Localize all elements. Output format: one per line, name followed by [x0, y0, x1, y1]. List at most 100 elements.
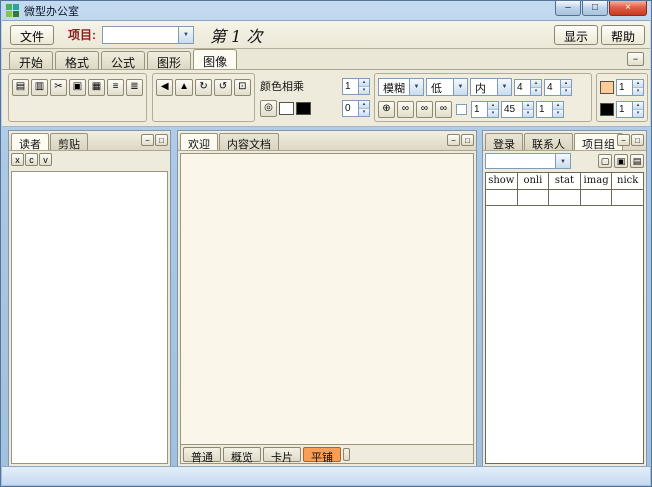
link-button-1[interactable]: ∞	[397, 100, 414, 118]
spin-up-icon[interactable]: ▴	[523, 101, 533, 110]
target-circle-button[interactable]: ◎	[260, 99, 277, 117]
chevron-down-icon[interactable]: ▼	[409, 79, 423, 95]
member-combobox[interactable]: ▼	[485, 153, 571, 169]
view-tab-tile[interactable]: 平铺	[303, 446, 341, 464]
view-tab-card[interactable]: 卡片	[263, 446, 301, 464]
document-content-area[interactable]	[180, 153, 474, 445]
layers-tool-button[interactable]: ≣	[126, 78, 143, 96]
spin-down-icon[interactable]: ▾	[561, 87, 571, 95]
bottom-opacity-spinner-value[interactable]: 1	[617, 102, 632, 117]
add-node-button[interactable]: ⊕	[378, 100, 395, 118]
chevron-down-icon[interactable]: ▼	[178, 26, 194, 43]
copy-entry-button[interactable]: ▣	[614, 154, 628, 168]
tab-format[interactable]: 格式	[55, 51, 100, 70]
depth-spinner-value[interactable]: 1	[537, 102, 552, 117]
minimize-button[interactable]: –	[555, 1, 581, 16]
inner-dropdown[interactable]: 内 ▼	[470, 78, 512, 96]
multiply-spinner-value[interactable]: 1	[343, 79, 358, 94]
tab-clipboard[interactable]: 剪贴	[50, 133, 88, 151]
help-button[interactable]: 帮助	[600, 24, 645, 45]
strength-spinner[interactable]: 1 ▴ ▾	[471, 100, 499, 118]
spin-down-icon[interactable]: ▾	[359, 86, 369, 94]
collapse-ribbon-button[interactable]: −	[627, 52, 644, 66]
cut-button[interactable]: ✂	[50, 78, 67, 96]
view-tab-overview[interactable]: 概览	[223, 446, 261, 464]
spin-up-icon[interactable]: ▴	[531, 79, 541, 88]
chevron-down-icon[interactable]: ▼	[497, 79, 511, 95]
multiply-spinner[interactable]: 1 ▴ ▾	[342, 77, 370, 95]
spin-down-icon[interactable]: ▾	[531, 87, 541, 95]
column-header-show[interactable]: show	[486, 173, 518, 190]
spin-up-icon[interactable]: ▴	[359, 78, 369, 87]
tab-image[interactable]: 图像	[193, 49, 238, 69]
rotate-cw-button[interactable]: ↻	[194, 78, 213, 96]
size-spinner[interactable]: 4 ▴ ▾	[544, 78, 572, 96]
project-combobox[interactable]: ▼	[102, 25, 195, 44]
spin-up-icon[interactable]: ▴	[488, 101, 498, 110]
maximize-button[interactable]: □	[582, 1, 608, 16]
spin-down-icon[interactable]: ▾	[488, 109, 498, 117]
save-image-button[interactable]: ▥	[31, 78, 48, 96]
file-button[interactable]: 文件	[10, 24, 55, 45]
radius-spinner[interactable]: 4 ▴ ▾	[514, 78, 542, 96]
cut-shortcut-button[interactable]: x	[11, 153, 24, 166]
tab-formula[interactable]: 公式	[101, 51, 146, 70]
panel-minimize-button[interactable]: −	[447, 134, 460, 146]
spin-down-icon[interactable]: ▾	[359, 108, 369, 116]
titlebar[interactable]: 微型办公室 – □ ×	[1, 1, 651, 20]
table-cell[interactable]	[612, 190, 643, 206]
table-cell[interactable]	[486, 190, 518, 206]
white-color-swatch[interactable]	[279, 101, 294, 115]
panel-maximize-button[interactable]: □	[461, 134, 474, 146]
rotate-ccw-button[interactable]: ↺	[214, 78, 232, 96]
black-color-swatch[interactable]	[296, 101, 311, 115]
offset-spinner[interactable]: 0 ▴ ▾	[342, 99, 370, 117]
panel-minimize-button[interactable]: −	[141, 134, 154, 146]
tab-contacts[interactable]: 联系人	[524, 133, 573, 151]
chevron-down-icon[interactable]: ▼	[555, 154, 570, 168]
depth-spinner[interactable]: 1 ▴ ▾	[536, 100, 564, 118]
copy-button[interactable]: ▣	[69, 78, 86, 96]
spin-up-icon[interactable]: ▴	[633, 101, 643, 110]
column-header-status[interactable]: stat	[549, 173, 581, 190]
spin-down-icon[interactable]: ▾	[633, 87, 643, 95]
black-color-swatch-2[interactable]	[600, 102, 614, 116]
close-button[interactable]: ×	[609, 1, 647, 16]
spin-down-icon[interactable]: ▾	[523, 109, 533, 117]
flip-horizontal-button[interactable]: ◀	[156, 78, 174, 96]
new-entry-button[interactable]: ▢	[598, 154, 612, 168]
column-header-online[interactable]: onli	[517, 173, 550, 190]
angle-spinner-value[interactable]: 45	[502, 102, 522, 117]
top-opacity-spinner[interactable]: 1 ▴ ▾	[616, 78, 644, 96]
table-cell[interactable]	[580, 190, 613, 206]
size-spinner-value[interactable]: 4	[545, 80, 560, 95]
tab-start[interactable]: 开始	[9, 51, 54, 70]
table-cell[interactable]	[517, 190, 550, 206]
tab-login[interactable]: 登录	[485, 133, 523, 151]
table-row[interactable]	[486, 190, 643, 206]
spin-up-icon[interactable]: ▴	[359, 100, 369, 109]
column-header-image[interactable]: imag	[580, 173, 613, 190]
tab-graphics[interactable]: 图形	[147, 51, 192, 70]
crop-button[interactable]: ⊡	[233, 78, 252, 96]
show-button[interactable]: 显示	[553, 24, 598, 45]
level-dropdown[interactable]: 低 ▼	[426, 78, 468, 96]
list-entry-button[interactable]: ▤	[630, 154, 644, 168]
lines-tool-button[interactable]: ≡	[107, 78, 124, 96]
spin-up-icon[interactable]: ▴	[553, 101, 563, 110]
column-header-nick[interactable]: nick	[612, 173, 643, 190]
paste-button[interactable]: ▦	[88, 78, 105, 96]
radius-spinner-value[interactable]: 4	[515, 80, 530, 95]
tab-project-group[interactable]: 项目组	[574, 133, 623, 151]
tab-content-document[interactable]: 内容文档	[219, 133, 279, 151]
tab-reader[interactable]: 读者	[11, 133, 49, 151]
copy-shortcut-button[interactable]: c	[25, 153, 38, 166]
tab-welcome[interactable]: 欢迎	[180, 133, 218, 151]
blur-dropdown[interactable]: 模糊 ▼	[378, 78, 424, 96]
import-image-button[interactable]: ▤	[12, 78, 29, 96]
panel-maximize-button[interactable]: □	[155, 134, 168, 146]
view-tab-normal[interactable]: 普通	[183, 446, 221, 464]
effect-checkbox[interactable]	[456, 103, 467, 115]
chevron-down-icon[interactable]: ▼	[453, 79, 467, 95]
reader-list-area[interactable]	[11, 171, 168, 464]
